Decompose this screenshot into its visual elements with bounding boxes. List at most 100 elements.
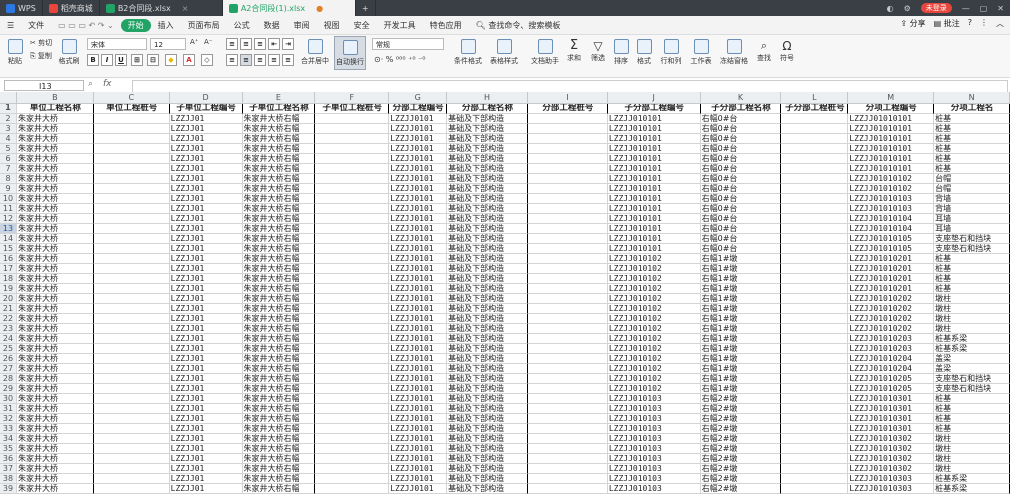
cell-h27[interactable]: 基础及下部构造 — [447, 364, 528, 374]
cell-i19[interactable] — [527, 284, 608, 294]
cell-l9[interactable] — [781, 184, 849, 194]
cell-b13[interactable]: 朱家井大桥 — [16, 224, 94, 234]
cell-l25[interactable] — [781, 344, 849, 354]
cell-g31[interactable]: LZZJJ0101 — [389, 404, 448, 414]
cell-g26[interactable]: LZZJJ0101 — [389, 354, 448, 364]
cell-l13[interactable] — [781, 224, 849, 234]
menu-hamburger-icon[interactable]: ☰ — [0, 21, 21, 30]
cell-c24[interactable] — [93, 334, 170, 344]
cell-g3[interactable]: LZZJJ0101 — [389, 124, 448, 134]
cell-i2[interactable] — [527, 114, 608, 124]
row-number[interactable]: 30 — [0, 394, 17, 404]
cell-l6[interactable] — [781, 154, 849, 164]
menu-page-layout[interactable]: 页面布局 — [181, 20, 227, 31]
fx-icon[interactable]: fx — [103, 79, 112, 89]
row-number[interactable]: 18 — [0, 274, 17, 284]
row-number[interactable]: 3 — [0, 124, 17, 134]
cell-l33[interactable] — [781, 424, 849, 434]
cell-b25[interactable]: 朱家井大桥 — [16, 344, 94, 354]
cell-j29[interactable]: LZZJJ010102 — [607, 384, 701, 394]
row-number[interactable]: 12 — [0, 214, 17, 224]
row-number[interactable]: 6 — [0, 154, 17, 164]
cell-l39[interactable] — [781, 484, 849, 494]
cell-j32[interactable]: LZZJJ010103 — [607, 414, 701, 424]
cell-f19[interactable] — [315, 284, 390, 294]
cell-j1[interactable]: 子分部工程编号 — [607, 104, 701, 114]
cell-c9[interactable] — [93, 184, 170, 194]
cell-n31[interactable]: 桩基 — [934, 404, 1010, 414]
cell-j14[interactable]: LZZJJ010101 — [607, 234, 701, 244]
cell-d36[interactable]: LZZJJ01 — [169, 454, 243, 464]
column-header-m[interactable]: M — [848, 92, 935, 103]
cell-l11[interactable] — [781, 204, 849, 214]
cell-k8[interactable]: 右幅0#台 — [700, 174, 782, 184]
cell-i13[interactable] — [527, 224, 608, 234]
cell-n28[interactable]: 支座垫石和挡块 — [934, 374, 1010, 384]
row-number[interactable]: 19 — [0, 284, 17, 294]
row-number[interactable]: 7 — [0, 164, 17, 174]
cell-j18[interactable]: LZZJJ010102 — [607, 274, 701, 284]
cell-k10[interactable]: 右幅0#台 — [700, 194, 782, 204]
merge-icon[interactable]: ⊟ — [147, 54, 159, 66]
cell-j39[interactable]: LZZJJ010103 — [607, 484, 701, 494]
row-number[interactable]: 27 — [0, 364, 17, 374]
wrap-text-button[interactable]: 自动换行 — [334, 36, 366, 70]
cell-f32[interactable] — [315, 414, 390, 424]
cell-l38[interactable] — [781, 474, 849, 484]
cell-k29[interactable]: 右幅1#墩 — [700, 384, 782, 394]
cell-d13[interactable]: LZZJJ01 — [169, 224, 243, 234]
cell-l36[interactable] — [781, 454, 849, 464]
cell-m23[interactable]: LZZJJ01010202 — [848, 324, 935, 334]
cell-d2[interactable]: LZZJJ01 — [169, 114, 243, 124]
cell-b3[interactable]: 朱家井大桥 — [16, 124, 94, 134]
cell-n12[interactable]: 耳墙 — [934, 214, 1010, 224]
cell-e2[interactable]: 朱家井大桥右幅 — [242, 114, 316, 124]
cell-k12[interactable]: 右幅0#台 — [700, 214, 782, 224]
cell-d19[interactable]: LZZJJ01 — [169, 284, 243, 294]
cell-g17[interactable]: LZZJJ0101 — [389, 264, 448, 274]
cut-button[interactable]: ✂ 剪切 — [30, 38, 52, 48]
corner-cell[interactable] — [0, 92, 17, 103]
cell-g5[interactable]: LZZJJ0101 — [389, 144, 448, 154]
cell-g25[interactable]: LZZJJ0101 — [389, 344, 448, 354]
cell-h30[interactable]: 基础及下部构造 — [447, 394, 528, 404]
cell-c25[interactable] — [93, 344, 170, 354]
cell-e35[interactable]: 朱家井大桥右幅 — [242, 444, 316, 454]
row-number[interactable]: 25 — [0, 344, 17, 354]
cell-f23[interactable] — [315, 324, 390, 334]
column-header-i[interactable]: I — [528, 92, 608, 103]
cell-h29[interactable]: 基础及下部构造 — [447, 384, 528, 394]
cell-e5[interactable]: 朱家井大桥右幅 — [242, 144, 316, 154]
cell-f5[interactable] — [315, 144, 390, 154]
cell-h7[interactable]: 基础及下部构造 — [447, 164, 528, 174]
cell-g23[interactable]: LZZJJ0101 — [389, 324, 448, 334]
cell-i25[interactable] — [527, 344, 608, 354]
cell-d9[interactable]: LZZJJ01 — [169, 184, 243, 194]
table-style-button[interactable]: 表格样式 — [488, 39, 520, 66]
cell-e34[interactable]: 朱家井大桥右幅 — [242, 434, 316, 444]
cell-c4[interactable] — [93, 134, 170, 144]
cell-c31[interactable] — [93, 404, 170, 414]
menu-data[interactable]: 数据 — [257, 20, 287, 31]
cell-c14[interactable] — [93, 234, 170, 244]
collapse-icon[interactable]: ︿ — [996, 18, 1004, 29]
merge-center-button[interactable]: 合并居中 — [300, 39, 330, 66]
cell-f28[interactable] — [315, 374, 390, 384]
cell-f3[interactable] — [315, 124, 390, 134]
cell-j26[interactable]: LZZJJ010102 — [607, 354, 701, 364]
cell-n26[interactable]: 盖梁 — [934, 354, 1010, 364]
cell-m5[interactable]: LZZJJ01010101 — [848, 144, 935, 154]
cell-m30[interactable]: LZZJJ01010301 — [848, 394, 935, 404]
cell-c2[interactable] — [93, 114, 170, 124]
cell-d39[interactable]: LZZJJ01 — [169, 484, 243, 494]
cell-k4[interactable]: 右幅0#台 — [700, 134, 782, 144]
login-badge[interactable]: 未登录 — [920, 3, 952, 13]
cell-b28[interactable]: 朱家井大桥 — [16, 374, 94, 384]
cell-j4[interactable]: LZZJJ010101 — [607, 134, 701, 144]
cell-f4[interactable] — [315, 134, 390, 144]
cell-i28[interactable] — [527, 374, 608, 384]
column-header-n[interactable]: N — [934, 92, 1010, 103]
cell-i11[interactable] — [527, 204, 608, 214]
cell-n5[interactable]: 桩基 — [934, 144, 1010, 154]
clear-icon[interactable]: ◇ — [201, 54, 213, 66]
